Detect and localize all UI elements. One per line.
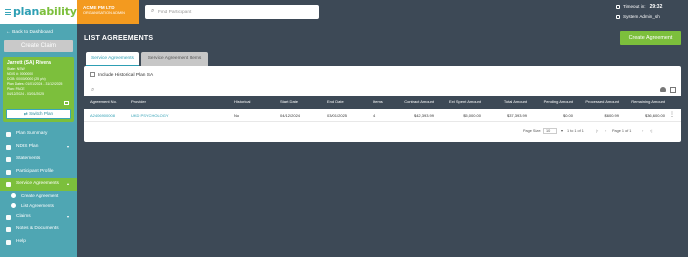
provider-link[interactable]: UKD PSYCHOLOGY — [131, 109, 169, 122]
column-header[interactable]: Historical — [234, 96, 264, 109]
page-title: LIST AGREEMENTS — [84, 35, 154, 42]
page-size-select[interactable]: 10 — [543, 128, 557, 134]
chevron-up-icon: ▴ — [66, 181, 69, 186]
sidebar-nav: Plan Summary NDIS Plan ▾ Statements Parti… — [0, 128, 77, 248]
column-header[interactable]: Remaining Amount — [630, 96, 665, 109]
column-header[interactable]: Start Date — [280, 96, 310, 109]
sidebar-item-ndis-plan[interactable]: NDIS Plan ▾ — [0, 141, 77, 154]
sidebar-subitem-list-agreements[interactable]: List Agreements — [0, 201, 77, 211]
sidebar-item-service-agreements[interactable]: Service Agreements ▴ — [0, 178, 77, 191]
include-historical-checkbox[interactable]: Include Historical Plan SA — [90, 72, 153, 78]
row-actions-icon[interactable]: ⋮ — [669, 109, 675, 122]
ndis-icon — [6, 144, 11, 150]
table-header: Agreement No. Provider Historical Start … — [84, 96, 681, 109]
column-header[interactable]: Contract Amount — [394, 96, 434, 109]
create-agreement-button[interactable]: Create Agreement — [620, 31, 681, 45]
claims-icon — [6, 214, 11, 220]
table-cell: $36,600.00 — [644, 113, 665, 118]
table-cell: $600.99 — [604, 113, 619, 118]
brand-area: planability — [0, 0, 77, 24]
prev-page-icon[interactable]: ‹ — [605, 127, 606, 135]
bullet-icon — [11, 203, 16, 208]
tab-service-agreement-items[interactable]: Service Agreement Items — [141, 52, 208, 66]
sidebar-item-notes-documents[interactable]: Notes & Documents — [0, 223, 77, 236]
table-cell: $0.00 — [562, 113, 573, 118]
record-range: 1 to 1 of 1 — [567, 129, 584, 133]
sidebar-item-statements[interactable]: Statements — [0, 153, 77, 166]
pagination: Page Size: 10 ▾ 1 to 1 of 1 |‹ ‹ Page 1 … — [523, 127, 673, 135]
table-cell: $42,393.99 — [413, 113, 434, 118]
create-claim-button[interactable]: Create Claim — [4, 40, 73, 52]
agreements-icon — [6, 182, 11, 187]
timeout-value: 29:32 — [649, 4, 663, 10]
bullet-icon — [11, 193, 16, 198]
participant-search[interactable]: ⌕ — [145, 5, 319, 19]
sidebar: ← Back to Dashboard Create Claim Jarrett… — [0, 24, 77, 257]
column-header[interactable]: Items — [373, 96, 393, 109]
column-header[interactable]: Agreement No. — [90, 96, 135, 109]
columns-icon[interactable] — [670, 87, 676, 93]
checkbox-icon[interactable] — [90, 72, 95, 77]
agreements-panel: Include Historical Plan SA ⌕ Agreement N… — [84, 66, 681, 142]
tab-service-agreements[interactable]: Service Agreements — [86, 52, 139, 66]
table-row[interactable]: A2406900008 UKD PSYCHOLOGY No 04/12/2024… — [84, 109, 681, 122]
table-cell: 4 — [373, 113, 376, 118]
summary-icon — [6, 132, 11, 137]
next-page-icon[interactable]: › — [642, 127, 643, 135]
sidebar-item-plan-summary[interactable]: Plan Summary — [0, 128, 77, 141]
notes-icon — [6, 227, 11, 232]
sidebar-item-help[interactable]: Help — [0, 236, 77, 249]
user-menu[interactable]: System Admin_sh — [616, 14, 660, 19]
download-icon[interactable] — [660, 87, 666, 92]
column-header[interactable]: Total Amount — [484, 96, 527, 109]
search-icon: ⌕ — [151, 8, 155, 14]
chevron-down-icon: ▾ — [66, 213, 69, 219]
participant-card: Jarrett (SA) Rivera State: NSW NDIS #: 0… — [3, 57, 74, 122]
search-input[interactable] — [158, 7, 313, 17]
participant-detail: 04/12/2024 - 03/01/2025 — [7, 92, 44, 96]
dropdown-icon[interactable]: ▾ — [561, 127, 563, 135]
column-header[interactable]: Provider — [131, 96, 191, 109]
sidebar-item-claims[interactable]: Claims ▾ — [0, 211, 77, 224]
org-role: ORGANISATION ADMIN — [83, 11, 125, 15]
column-header[interactable]: Ext Spent Amount — [447, 96, 481, 109]
clock-icon — [616, 4, 620, 9]
sidebar-item-participant-profile[interactable]: Participant Profile — [0, 166, 77, 179]
user-icon — [616, 14, 620, 19]
timeout: Timeout in: 29:32 — [616, 4, 662, 10]
column-header[interactable]: Processed Amount — [577, 96, 619, 109]
logo[interactable]: planability — [13, 5, 77, 18]
table-cell: 03/01/2025 — [327, 113, 348, 118]
sidebar-subitem-create-agreement[interactable]: Create Agreement — [0, 191, 77, 201]
page-size-label: Page Size: — [523, 129, 542, 133]
table-cell: $37,393.99 — [506, 113, 527, 118]
organisation-switcher[interactable]: ACME PM LTD ORGANISATION ADMIN — [77, 0, 139, 24]
statements-icon — [6, 157, 11, 162]
page-indicator: Page 1 of 1 — [612, 129, 632, 133]
last-page-icon[interactable]: ›| — [650, 127, 652, 135]
chevron-down-icon: ▾ — [66, 143, 69, 149]
profile-icon — [6, 169, 11, 175]
session-panel: Timeout in: 29:32 System Admin_sh — [611, 0, 688, 24]
back-to-dashboard-link[interactable]: ← Back to Dashboard — [6, 30, 53, 35]
column-header[interactable]: Pending Amount — [530, 96, 573, 109]
calendar-icon[interactable] — [64, 101, 69, 105]
table-cell: No — [234, 113, 240, 118]
help-icon — [6, 239, 11, 245]
participant-name: Jarrett (SA) Rivera — [7, 60, 51, 66]
hamburger-icon[interactable] — [5, 9, 11, 15]
switch-plan-button[interactable]: ⇄ Switch Plan — [6, 109, 71, 119]
top-bar: planability ACME PM LTD ORGANISATION ADM… — [0, 0, 688, 24]
table-cell: 04/12/2024 — [280, 113, 301, 118]
agreement-number-link[interactable]: A2406900008 — [90, 109, 115, 122]
column-header[interactable]: End Date — [327, 96, 357, 109]
first-page-icon[interactable]: |‹ — [596, 127, 598, 135]
table-cell: $5,000.00 — [463, 113, 481, 118]
search-icon[interactable]: ⌕ — [91, 87, 94, 94]
